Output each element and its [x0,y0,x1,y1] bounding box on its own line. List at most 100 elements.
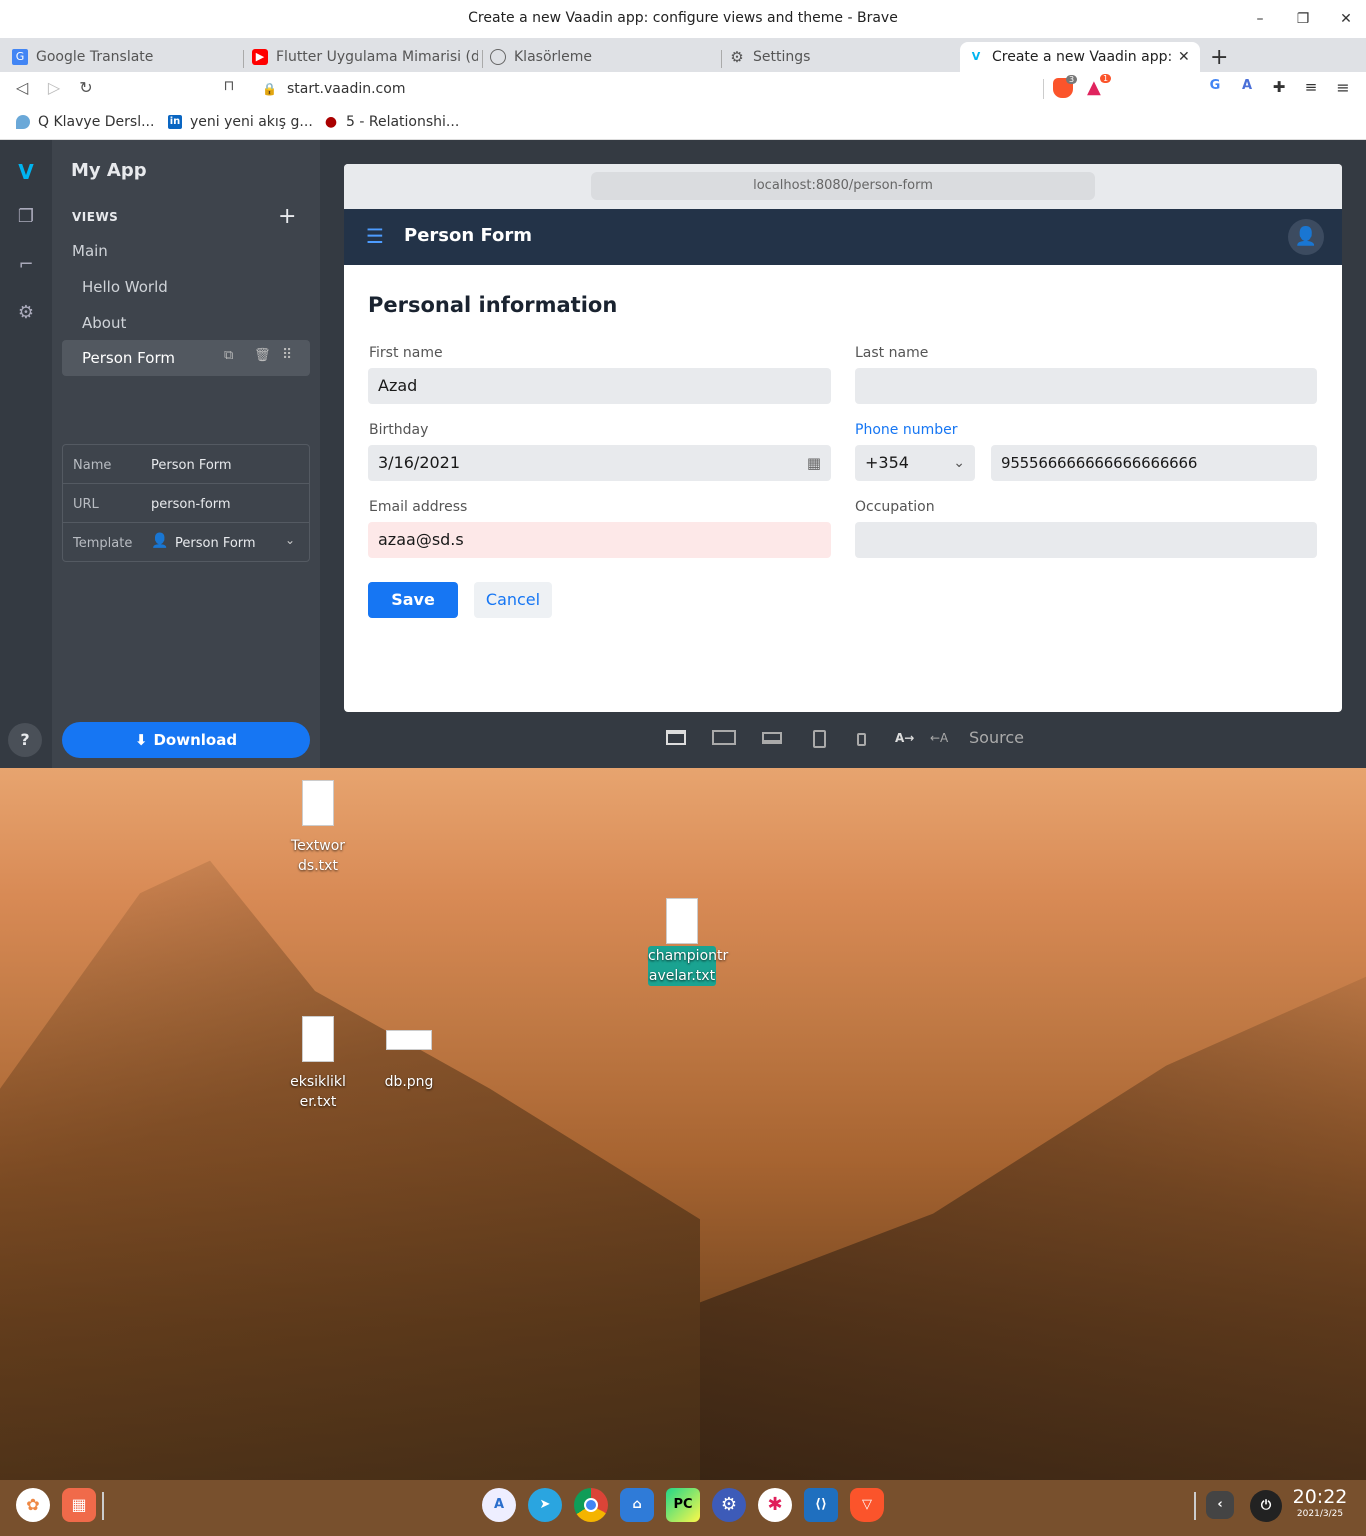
prop-key: URL [73,497,99,512]
new-tab-icon[interactable]: + [1210,42,1228,72]
desktop-icon-championtravelar[interactable]: championtr avelar.txt [640,898,728,986]
vscode-icon[interactable]: ⟨⟩ [804,1488,838,1522]
desktop-icon[interactable] [712,730,736,745]
first-name-field[interactable]: Azad [368,368,831,404]
bookmark-icon[interactable]: ⊓ [218,78,240,94]
menu-icon[interactable]: ≡ [1332,78,1354,97]
view-item-main[interactable]: Main [72,242,108,260]
last-name-field[interactable] [855,368,1317,404]
prop-value-url[interactable]: person-form [151,497,231,512]
duplicate-icon[interactable]: ⧉ [224,348,233,363]
rewards-count-badge: 1 [1100,74,1112,83]
mountain-left [0,860,700,1480]
phone-number-field[interactable]: 955566666666666666666 [991,445,1317,481]
gear-icon: ⚙ [730,48,744,66]
phone-icon[interactable] [857,733,866,746]
responsive-full-icon[interactable] [666,730,686,745]
views-heading: VIEWS [72,210,119,224]
desktop-icon-textwords[interactable]: Textwor ds.txt [286,780,350,876]
help-button[interactable]: ? [8,723,42,757]
launcher-icon[interactable]: ✿ [16,1488,50,1522]
cancel-button[interactable]: Cancel [474,582,552,618]
settings-gear-icon[interactable]: ⚙ [14,302,38,326]
phone-code-select[interactable]: +354 ⌄ [855,445,975,481]
rtl-toggle[interactable]: ←A [930,731,948,745]
source-button[interactable]: Source [969,728,1024,747]
hamburger-icon[interactable]: ☰ [366,224,384,248]
tablet-icon[interactable] [813,730,826,748]
theme-brush-icon[interactable]: ⌐ [14,254,38,278]
multitask-icon[interactable]: ▦ [62,1488,96,1522]
desktop-icon-dbpng[interactable]: db.png [380,1030,438,1092]
email-field[interactable]: azaa@sd.s [368,522,831,558]
brave-rewards-icon[interactable]: ▲ [1087,77,1101,98]
tab-google-translate[interactable]: G Google Translate [12,42,240,72]
reload-icon[interactable]: ↻ [75,78,97,97]
collapse-tray-icon[interactable]: ‹ [1206,1491,1234,1519]
taskbar-divider [1194,1492,1196,1520]
birthday-field[interactable]: 3/16/2021 ▦ [368,445,831,481]
birthday-value: 3/16/2021 [378,453,461,472]
prop-row-url: URL person-form [63,484,309,523]
prop-value-name[interactable]: Person Form [151,458,232,473]
view-item-hello-world[interactable]: Hello World [82,278,168,296]
prop-row-template[interactable]: Template 👤 Person Form ⌄ [63,523,309,562]
minimize-icon[interactable]: – [1248,8,1272,30]
view-item-about[interactable]: About [82,314,126,332]
desktop-wallpaper: Textwor ds.txt championtr avelar.txt eks… [0,768,1366,1480]
tab-label: Settings [753,49,811,65]
back-icon[interactable]: ◁ [11,78,33,97]
ltr-toggle[interactable]: A→ [895,731,914,745]
prop-row-name: Name Person Form [63,445,309,484]
drag-handle-icon[interactable]: ⠿ [282,347,292,363]
tab-label: Google Translate [36,49,154,65]
tab-vaadin[interactable]: V Create a new Vaadin app: c ✕ [960,42,1200,72]
chrome-icon[interactable] [574,1488,608,1522]
birthday-label: Birthday [369,422,429,438]
media-icon[interactable]: ≡ [1300,78,1322,96]
translate-extension-icon[interactable]: G [1204,78,1226,93]
slack-icon[interactable]: ✱ [758,1488,792,1522]
occupation-label: Occupation [855,499,935,515]
brave-taskbar-icon[interactable]: ▽ [850,1488,884,1522]
close-window-icon[interactable]: ✕ [1334,8,1358,30]
occupation-field[interactable] [855,522,1317,558]
translate-page-icon[interactable]: A [1236,78,1258,93]
view-item-person-form[interactable]: Person Form ⧉ 🗑 ⠿ [62,340,310,376]
add-view-icon[interactable]: + [278,204,296,229]
prop-value-template: Person Form [175,536,256,551]
bookmark-label: Q Klavye Dersl... [38,114,155,130]
power-icon[interactable]: ⏻ [1250,1490,1282,1522]
telegram-icon[interactable]: ➤ [528,1488,562,1522]
forward-icon[interactable]: ▷ [43,78,65,97]
desktop-icon-label: eksiklikl er.txt [290,1074,346,1110]
tab-flutter[interactable]: ▶ Flutter Uygulama Mimarisi (dc [252,42,478,72]
laptop-icon[interactable] [762,732,782,744]
address-bar[interactable]: 🔒 start.vaadin.com 3 ▲ 1 [250,74,1116,103]
system-settings-icon[interactable]: ⚙ [712,1488,746,1522]
app-store-icon[interactable]: ⌂ [620,1488,654,1522]
browser-toolbar: ◁ ▷ ↻ ⊓ 🔒 start.vaadin.com 3 ▲ 1 G A ✚ ≡… [0,72,1366,106]
view-item-label: Person Form [82,349,175,367]
bookmark-item[interactable]: Q Klavye Dersl... [16,114,154,130]
avatar-icon[interactable]: 👤 [1288,219,1324,255]
calendar-icon[interactable]: ▦ [807,445,821,481]
download-icon: ⬇ [134,731,148,749]
delete-icon[interactable]: 🗑 [254,348,271,363]
bookmark-item[interactable]: ● 5 - Relationshi... [324,114,459,130]
download-button[interactable]: ⬇ Download [62,722,310,758]
close-tab-icon[interactable]: ✕ [1178,49,1190,65]
urlbar-divider [1043,79,1044,99]
tab-settings[interactable]: ⚙ Settings [729,42,955,72]
tab-klasorleme[interactable]: Klasörleme [490,42,716,72]
files-app-icon[interactable]: A [482,1488,516,1522]
bookmark-item[interactable]: in yeni yeni akış g... [168,114,313,130]
download-label: Download [153,731,238,749]
lock-icon: 🔒 [262,82,277,96]
extensions-icon[interactable]: ✚ [1268,78,1290,96]
desktop-icon-eksiklikler[interactable]: eksiklikl er.txt [286,1016,350,1112]
maximize-icon[interactable]: ❐ [1291,8,1315,30]
pycharm-icon[interactable]: PC [666,1488,700,1522]
save-button[interactable]: Save [368,582,458,618]
views-icon[interactable]: ❐ [14,206,38,230]
